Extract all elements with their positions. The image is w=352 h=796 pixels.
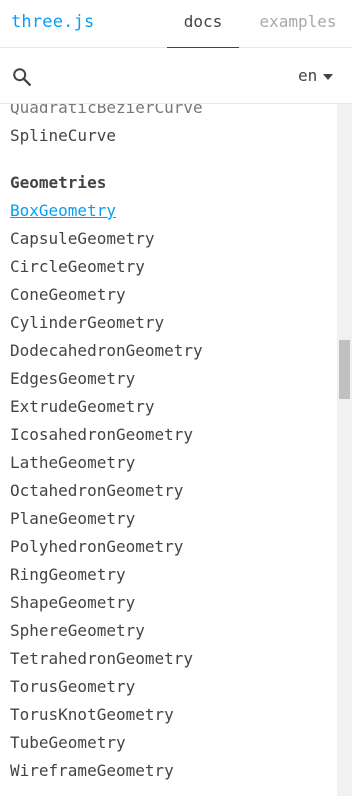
nav-item-cylindergeometry[interactable]: CylinderGeometry	[10, 309, 203, 337]
nav-item-quadraticbeziercurve[interactable]: QuadraticBezierCurve	[10, 104, 203, 122]
nav-item-edgesgeometry[interactable]: EdgesGeometry	[10, 365, 203, 393]
nav-item-dodecahedrongeometry[interactable]: DodecahedronGeometry	[10, 337, 203, 365]
search-input[interactable]	[42, 64, 272, 88]
top-header: three.js docs examples	[0, 0, 352, 48]
section-title-geometries: Geometries	[10, 173, 107, 192]
nav-list-inner: QuadraticBezierCurve SplineCurve Geometr…	[10, 104, 203, 785]
nav-item-octahedrongeometry[interactable]: OctahedronGeometry	[10, 477, 203, 505]
nav-item-tubegeometry[interactable]: TubeGeometry	[10, 729, 203, 757]
nav-item-icosahedrongeometry[interactable]: IcosahedronGeometry	[10, 421, 203, 449]
nav-item-tetrahedrongeometry[interactable]: TetrahedronGeometry	[10, 645, 203, 673]
tab-examples[interactable]: examples	[252, 0, 344, 48]
language-value: en	[298, 66, 318, 85]
nav-item-polyhedrongeometry[interactable]: PolyhedronGeometry	[10, 533, 203, 561]
nav-list: QuadraticBezierCurve SplineCurve Geometr…	[0, 104, 337, 796]
tab-docs[interactable]: docs	[167, 0, 239, 48]
nav-item-circlegeometry[interactable]: CircleGeometry	[10, 253, 203, 281]
caret-down-icon	[323, 73, 334, 80]
nav-item-wireframegeometry[interactable]: WireframeGeometry	[10, 757, 203, 785]
scrollbar-track[interactable]	[337, 104, 352, 796]
nav-item-lathegeometry[interactable]: LatheGeometry	[10, 449, 203, 477]
search-icon[interactable]	[11, 66, 33, 88]
nav-item-planegeometry[interactable]: PlaneGeometry	[10, 505, 203, 533]
nav-item-splinecurve[interactable]: SplineCurve	[10, 122, 203, 150]
nav-item-ringgeometry[interactable]: RingGeometry	[10, 561, 203, 589]
nav-item-capsulegeometry[interactable]: CapsuleGeometry	[10, 225, 203, 253]
scrollbar-thumb[interactable]	[339, 340, 350, 399]
logo-link[interactable]: three.js	[11, 11, 94, 33]
nav-item-torusgeometry[interactable]: TorusGeometry	[10, 673, 203, 701]
nav-item-boxgeometry[interactable]: BoxGeometry	[10, 197, 203, 225]
nav-item-shapegeometry[interactable]: ShapeGeometry	[10, 589, 203, 617]
nav-item-extrudegeometry[interactable]: ExtrudeGeometry	[10, 393, 203, 421]
language-select[interactable]: en	[298, 64, 334, 88]
nav-item-spheregeometry[interactable]: SphereGeometry	[10, 617, 203, 645]
nav-item-conegeometry[interactable]: ConeGeometry	[10, 281, 203, 309]
nav-item-torusknotgeometry[interactable]: TorusKnotGeometry	[10, 701, 203, 729]
docs-app: three.js docs examples en QuadraticBezie…	[0, 0, 352, 796]
search-bar: en	[0, 48, 352, 104]
